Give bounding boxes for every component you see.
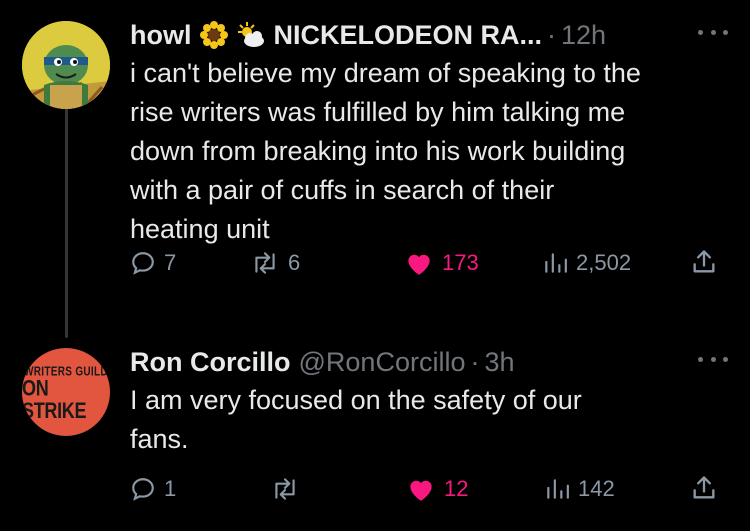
reply-count: 1 <box>164 476 177 501</box>
display-name[interactable]: howl <box>130 20 192 51</box>
heart-filled-icon <box>408 254 430 275</box>
views-count: 2,502 <box>576 250 632 275</box>
share-icon <box>693 476 715 499</box>
cartoon-avatar-image <box>22 21 110 109</box>
avatar-text-bottom: ON STRIKE <box>22 374 87 423</box>
timestamp[interactable]: 12h <box>561 20 606 51</box>
tweet-actions: 1 12 142 <box>130 472 728 512</box>
separator-dot: · <box>470 346 480 377</box>
retweet-icon <box>255 252 275 274</box>
views-bar-chart-icon <box>547 479 569 499</box>
display-name[interactable]: Ron Corcillo <box>130 347 291 378</box>
sun-behind-cloud-emoji-icon <box>236 21 266 49</box>
display-name-extra[interactable]: NICKELODEON RA... <box>274 20 543 51</box>
reply-icon <box>132 478 154 501</box>
retweet-button[interactable]: 6 <box>250 250 300 276</box>
retweet-icon <box>275 478 295 500</box>
share-icon <box>693 250 715 273</box>
retweet-button[interactable] <box>270 476 308 502</box>
share-button[interactable] <box>690 248 718 276</box>
more-options-icon[interactable] <box>698 349 728 369</box>
views-count: 142 <box>578 476 615 501</box>
thread-connector-line <box>65 104 68 338</box>
tweet-header: howl NICKELODEON RA... · 12h <box>130 16 728 54</box>
tweet-text: i can't believe my dream of speaking to … <box>130 58 641 244</box>
retweet-count: 6 <box>288 250 301 275</box>
reply-button[interactable]: 7 <box>130 250 176 276</box>
reply-count: 7 <box>164 250 177 275</box>
tweet-header: Ron Corcillo @RonCorcillo · 3h <box>130 343 728 381</box>
tweet-actions: 7 6 173 2,502 <box>130 244 728 284</box>
separator-dot: · <box>547 19 557 50</box>
avatar[interactable]: WRITERS GUILD ON STRIKE <box>22 348 110 436</box>
more-options-icon[interactable] <box>698 22 728 42</box>
handle[interactable]: @RonCorcillo <box>299 347 466 378</box>
reply-icon <box>132 252 154 275</box>
views-button[interactable]: 2,502 <box>542 250 631 276</box>
sunflower-emoji-icon <box>199 21 228 49</box>
tweet-text: I am very focused on the safety of our f… <box>130 385 582 454</box>
views-bar-chart-icon <box>545 253 567 273</box>
like-button[interactable]: 173 <box>404 250 479 276</box>
like-count: 12 <box>444 476 469 501</box>
tweet[interactable]: howl NICKELODEON RA... · 12h i can't bel… <box>130 16 728 249</box>
timestamp[interactable]: 3h <box>484 347 514 378</box>
views-button[interactable]: 142 <box>544 476 615 502</box>
tweet[interactable]: Ron Corcillo @RonCorcillo · 3h I am very… <box>130 343 728 501</box>
like-count: 173 <box>442 250 479 275</box>
avatar[interactable] <box>22 21 110 109</box>
reply-button[interactable]: 1 <box>130 476 176 502</box>
heart-filled-icon <box>410 480 432 501</box>
like-button[interactable]: 12 <box>406 476 468 502</box>
share-button[interactable] <box>690 474 718 502</box>
